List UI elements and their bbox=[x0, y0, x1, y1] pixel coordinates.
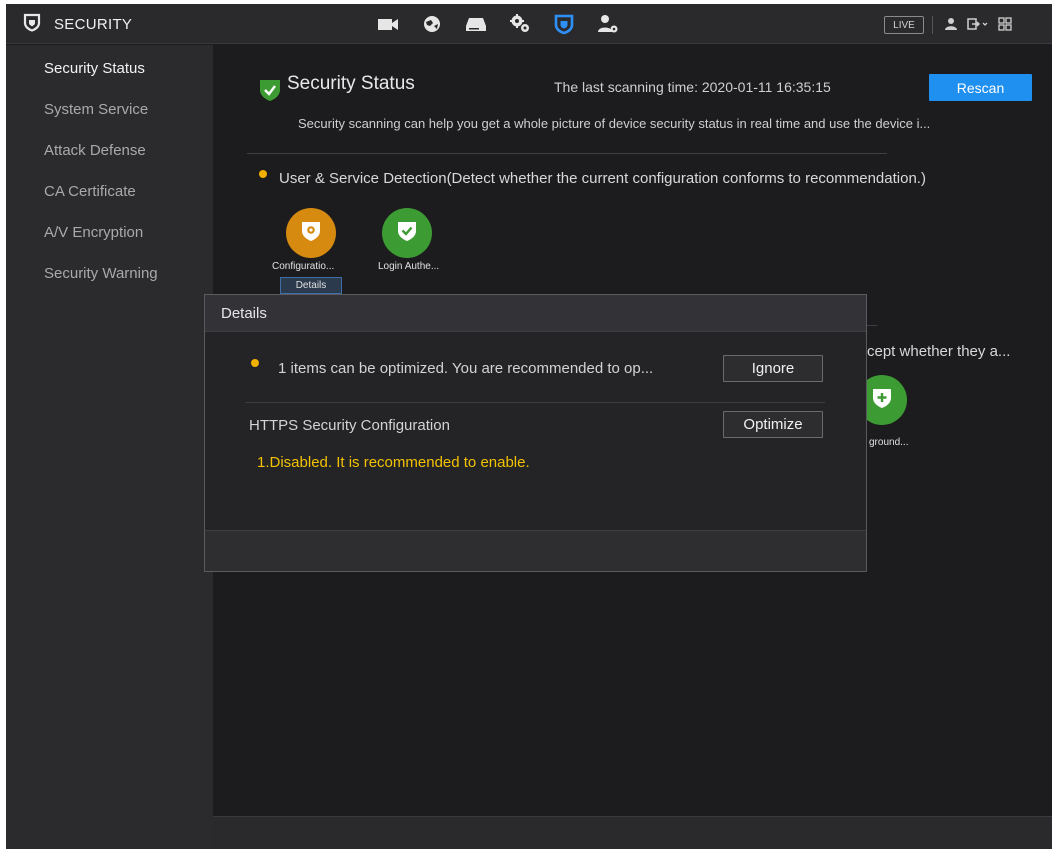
dialog-header: Details bbox=[205, 295, 866, 332]
configuration-item-label: Configuratio... bbox=[272, 261, 335, 272]
user-service-section-title: User & Service Detection(Detect whether … bbox=[279, 170, 926, 187]
sidebar-item-label: CA Certificate bbox=[44, 183, 136, 200]
sidebar-item-ca-certificate[interactable]: CA Certificate bbox=[6, 171, 213, 212]
sidebar-item-label: Attack Defense bbox=[44, 142, 146, 159]
divider bbox=[245, 402, 825, 403]
top-right-icons bbox=[944, 4, 1012, 44]
live-button[interactable]: LIVE bbox=[884, 16, 924, 34]
scan-description: Security scanning can help you get a who… bbox=[298, 116, 931, 131]
brand: SECURITY bbox=[22, 4, 132, 44]
details-tab[interactable]: Details bbox=[280, 277, 342, 294]
main-footer-bar bbox=[213, 816, 1052, 849]
network-icon[interactable] bbox=[410, 4, 454, 44]
sidebar-item-av-encryption[interactable]: A/V Encryption bbox=[6, 212, 213, 253]
shield-plus-icon bbox=[872, 387, 892, 414]
warning-dot-icon bbox=[251, 359, 259, 367]
configuration-status-item[interactable] bbox=[286, 208, 336, 258]
shield-check-icon bbox=[259, 78, 281, 107]
divider bbox=[867, 325, 877, 326]
dialog-footer bbox=[205, 530, 866, 571]
item-recommendation: 1.Disabled. It is recommended to enable. bbox=[257, 454, 530, 471]
gear-shield-icon bbox=[301, 220, 321, 247]
background-item-label: ground... bbox=[869, 437, 909, 448]
app-title: SECURITY bbox=[54, 15, 133, 33]
ignore-button[interactable]: Ignore bbox=[723, 355, 823, 382]
login-item-label: Login Authe... bbox=[378, 261, 440, 272]
sidebar-item-label: Security Warning bbox=[44, 265, 158, 282]
optimize-button[interactable]: Optimize bbox=[723, 411, 823, 438]
menu-grid-icon[interactable] bbox=[998, 17, 1012, 31]
security-icon[interactable] bbox=[542, 4, 586, 44]
login-authentication-status-item[interactable] bbox=[382, 208, 432, 258]
rescan-button[interactable]: Rescan bbox=[929, 74, 1032, 101]
scan-time: The last scanning time: 2020-01-11 16:35… bbox=[554, 79, 831, 95]
page-title: Security Status bbox=[287, 73, 415, 94]
shield-check-icon bbox=[397, 220, 417, 247]
top-separator bbox=[932, 16, 933, 34]
main-menu-icons bbox=[366, 4, 630, 44]
details-dialog: Details 1 items can be optimized. You ar… bbox=[204, 294, 867, 572]
sidebar-item-label: System Service bbox=[44, 101, 149, 118]
camera-icon[interactable] bbox=[366, 4, 410, 44]
sidebar-item-label: Security Status bbox=[44, 60, 145, 77]
sidebar-item-label: A/V Encryption bbox=[44, 224, 144, 241]
divider bbox=[247, 153, 887, 154]
app-window: SECURITY LIVE Security Status System Ser… bbox=[6, 4, 1052, 849]
shield-icon bbox=[22, 12, 42, 37]
sidebar-item-security-status[interactable]: Security Status bbox=[6, 48, 213, 89]
optimize-message: 1 items can be optimized. You are recomm… bbox=[278, 360, 654, 377]
sidebar-item-security-warning[interactable]: Security Warning bbox=[6, 253, 213, 294]
logout-icon[interactable] bbox=[967, 17, 989, 31]
system-settings-icon[interactable] bbox=[498, 4, 542, 44]
top-bar: SECURITY LIVE bbox=[6, 4, 1052, 44]
sidebar: Security Status System Service Attack De… bbox=[6, 45, 213, 849]
item-name: HTTPS Security Configuration bbox=[249, 417, 450, 434]
account-icon[interactable] bbox=[586, 4, 630, 44]
storage-icon[interactable] bbox=[454, 4, 498, 44]
user-icon[interactable] bbox=[944, 17, 958, 31]
sidebar-item-system-service[interactable]: System Service bbox=[6, 89, 213, 130]
sidebar-item-attack-defense[interactable]: Attack Defense bbox=[6, 130, 213, 171]
dialog-title: Details bbox=[221, 305, 267, 322]
partial-section-title: cept whether they a... bbox=[867, 343, 1011, 360]
warning-dot-icon bbox=[259, 170, 267, 178]
